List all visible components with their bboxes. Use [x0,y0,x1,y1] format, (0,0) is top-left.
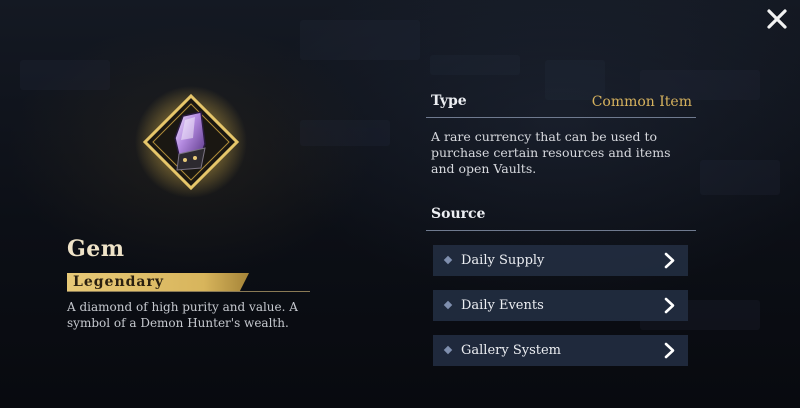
rarity-badge: Legendary [67,273,249,291]
source-item-label: Daily Events [461,298,544,313]
source-item-label: Gallery System [461,343,562,358]
source-item-gallery-system[interactable]: Gallery System [433,335,688,366]
gem-icon [135,86,247,198]
source-item-daily-supply[interactable]: Daily Supply [433,245,688,276]
source-item-label: Daily Supply [461,253,545,268]
chevron-right-icon [664,342,675,359]
type-heading: Type [431,93,467,109]
type-description: A rare currency that can be used to purc… [431,129,671,176]
diamond-bullet-icon [443,345,453,355]
rarity-divider [67,291,310,292]
diamond-bullet-icon [443,255,453,265]
chevron-right-icon [664,297,675,314]
item-description: A diamond of high purity and value. A sy… [67,300,298,330]
item-name: Gem [67,236,125,262]
diamond-bullet-icon [443,300,453,310]
item-icon-frame [135,86,247,198]
close-icon [767,9,787,29]
source-item-daily-events[interactable]: Daily Events [433,290,688,321]
type-divider [426,117,696,118]
chevron-right-icon [664,252,675,269]
source-divider [426,230,696,231]
type-value: Common Item [591,94,692,110]
source-heading: Source [431,206,486,222]
rarity-label: Legendary [73,274,164,290]
close-button[interactable] [762,4,792,34]
